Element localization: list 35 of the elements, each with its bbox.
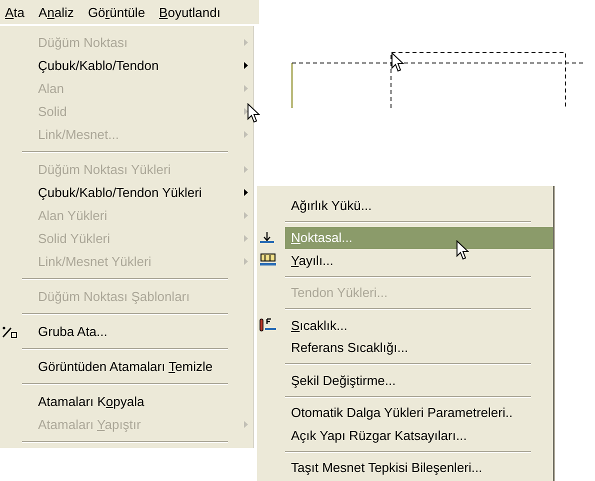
menu-bar-item[interactable]: Görüntüle (86, 4, 146, 20)
submenu-arrow-icon (244, 166, 248, 173)
percent-square-icon (2, 324, 18, 338)
menu-item[interactable]: Görüntüden Atamaları Temizle (0, 355, 253, 378)
submenu-arrow-icon (244, 258, 248, 265)
menu-item[interactable]: Şekil Değiştirme... (257, 369, 553, 392)
submenu-arrow-icon (244, 235, 248, 242)
menu-bar-item[interactable]: Ata (4, 4, 26, 20)
menu-item[interactable]: Çubuk/Kablo/Tendon Yükleri (0, 181, 253, 204)
menu-item[interactable]: Ağırlık Yükü... (257, 194, 553, 216)
submenu-arrow-icon (244, 62, 248, 69)
submenu-arrow-icon (244, 131, 248, 138)
cursor-icon (391, 52, 404, 73)
submenu-arrow-icon (244, 85, 248, 92)
menu-item[interactable]: Taşıt Mesnet Tepkisi Bileşenleri... (257, 456, 553, 479)
menu-item[interactable]: Yayılı... (257, 249, 553, 272)
thermometer-icon (259, 318, 277, 332)
menu-item[interactable]: Sıcaklık... (257, 314, 553, 336)
menu-item[interactable]: Atamaları Kopyala (0, 390, 253, 413)
menu-item[interactable]: Açık Yapı Rüzgar Katsayıları... (257, 424, 553, 446)
menu-item[interactable]: Gruba Ata... (0, 320, 253, 343)
cursor-icon (247, 103, 260, 124)
menu-item[interactable]: Referans Sıcaklığı... (257, 336, 553, 359)
submenu-arrow-icon (244, 212, 248, 219)
menu-bar-item[interactable]: Analiz (38, 4, 75, 20)
menu-item[interactable]: Çubuk/Kablo/Tendon (0, 54, 253, 77)
down-arrow-beam-icon (259, 230, 275, 245)
cursor-icon (456, 240, 469, 261)
submenu-arrow-icon (244, 39, 248, 46)
submenu-arrow-icon (244, 189, 248, 196)
menu-item[interactable]: Otomatik Dalga Yükleri Parametreleri.. (257, 402, 553, 424)
submenu-arrow-icon (244, 421, 248, 428)
menu-bar-item[interactable]: Boyutlandı (158, 4, 222, 20)
distributed-load-icon (259, 253, 277, 268)
submenu-arrow-icon (244, 108, 248, 115)
